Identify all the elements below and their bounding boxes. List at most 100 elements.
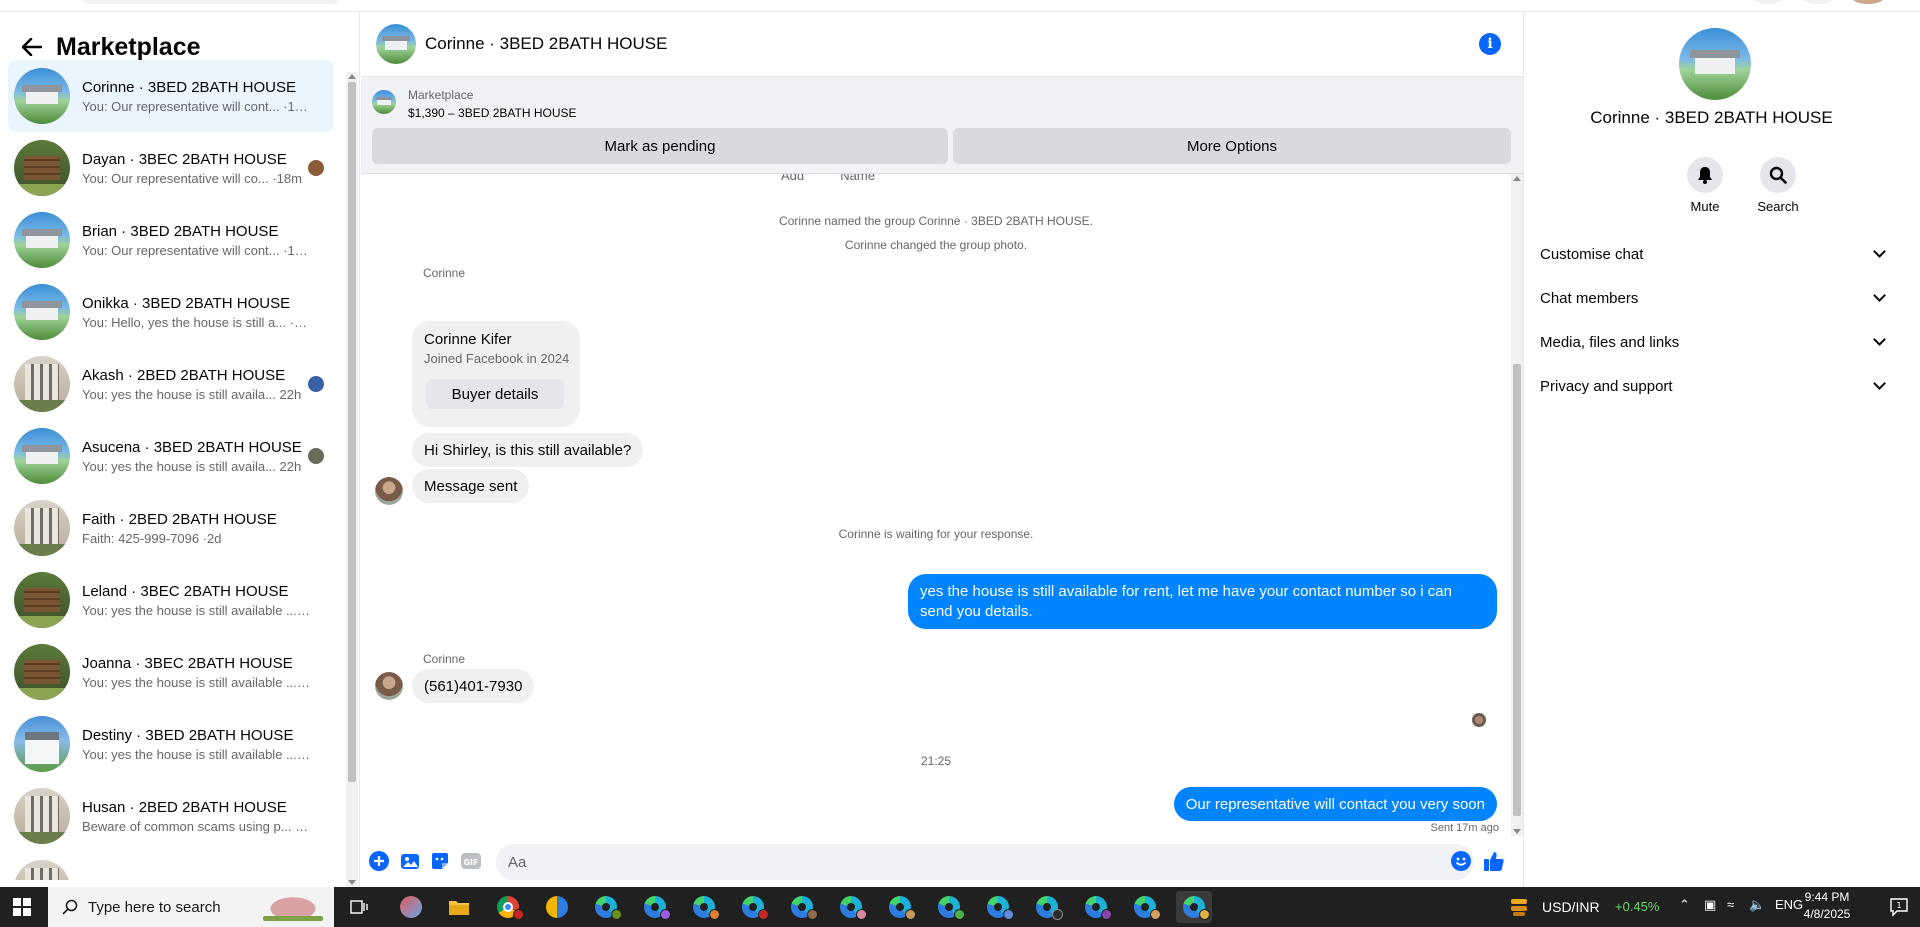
conversation-text: Akash · 2BED 2BATH HOUSE You: yes the hou… — [82, 367, 312, 402]
chat-avatar[interactable] — [376, 24, 416, 64]
edge-icon[interactable] — [1029, 891, 1065, 923]
clock-date[interactable]: 4/8/2025 — [1792, 907, 1862, 921]
taskbar-search-box[interactable]: Type here to search — [48, 887, 334, 927]
sidebar-scrollbar[interactable] — [346, 72, 358, 887]
wifi-icon[interactable]: ≈ — [1727, 897, 1734, 912]
sent-status: Sent 17m ago — [1430, 822, 1500, 834]
emoji-icon[interactable] — [1450, 850, 1472, 872]
info-icon[interactable]: i — [1479, 33, 1501, 55]
listing-price[interactable]: $1,390 – 3BED 2BATH HOUSE — [408, 106, 577, 120]
search-icon[interactable] — [1760, 157, 1796, 193]
plus-icon[interactable] — [368, 850, 390, 872]
gif-icon[interactable]: GIF — [460, 850, 482, 872]
conversation-avatar — [14, 356, 70, 412]
conversation-item[interactable]: Brian · 3BED 2BATH HOUSE You: Our represe… — [8, 204, 334, 276]
snipping-tool-icon[interactable] — [393, 891, 429, 923]
edge-icon[interactable] — [882, 891, 918, 923]
conversation-item[interactable]: Zhazgul · 2BED 2BATH HOUSE — [8, 852, 334, 880]
chevron-up-icon[interactable]: ⌃ — [1679, 897, 1690, 913]
buyer-details-button[interactable]: Buyer details — [426, 379, 564, 409]
notifications-icon[interactable] — [1800, 0, 1836, 4]
bell-icon[interactable] — [1687, 157, 1723, 193]
svg-text:1: 1 — [1896, 901, 1901, 910]
menu-icon[interactable] — [1750, 0, 1786, 4]
edge-icon[interactable] — [980, 891, 1016, 923]
message-input[interactable] — [496, 844, 1474, 880]
edge-icon[interactable] — [637, 891, 673, 923]
incoming-message[interactable]: (561)401-7930 — [412, 669, 535, 703]
conversation-item[interactable]: Asucena · 3BED 2BATH HOUSE You: yes the h… — [8, 420, 334, 492]
conversation-text: Zhazgul · 2BED 2BATH HOUSE — [82, 878, 312, 880]
conversation-item[interactable]: Dayan · 3BEC 2BATH HOUSE You: Our represe… — [8, 132, 334, 204]
sender-avatar[interactable] — [375, 672, 403, 700]
chat-header: Corinne · 3BED 2BATH HOUSE i — [361, 12, 1523, 76]
edge-icon[interactable] — [1078, 891, 1114, 923]
volume-icon[interactable]: 🔈 — [1749, 897, 1765, 913]
chrome-icon[interactable] — [490, 891, 526, 923]
task-view-icon[interactable] — [341, 891, 377, 923]
listing-thumbnail[interactable] — [372, 90, 396, 114]
conversation-item[interactable]: Destiny · 3BED 2BATH HOUSE You: yes the h… — [8, 708, 334, 780]
conversation-avatar — [14, 788, 70, 844]
outgoing-message[interactable]: Our representative will contact you very… — [1173, 787, 1497, 821]
chat-title[interactable]: Corinne · 3BED 2BATH HOUSE — [425, 34, 667, 54]
add-label[interactable]: Add — [781, 174, 804, 183]
conversation-name: Asucena · 3BED 2BATH HOUSE — [82, 438, 302, 456]
sticker-icon[interactable] — [429, 850, 451, 872]
incoming-message[interactable]: Message sent — [412, 469, 530, 503]
conversation-avatar — [14, 644, 70, 700]
chat-scrollbar[interactable] — [1511, 174, 1523, 836]
sender-avatar[interactable] — [375, 477, 403, 505]
thumbs-up-icon[interactable] — [1483, 850, 1505, 872]
chat-members-section[interactable]: Chat members — [1540, 280, 1890, 316]
stocks-widget-icon[interactable] — [1508, 896, 1530, 918]
mark-as-pending-button[interactable]: Mark as pending — [372, 128, 948, 164]
incoming-message[interactable]: Hi Shirley, is this still available? — [412, 433, 644, 467]
conversation-text: Destiny · 3BED 2BATH HOUSE You: yes the h… — [82, 727, 312, 762]
edge-icon[interactable] — [833, 891, 869, 923]
conversation-name: Onikka · 3BED 2BATH HOUSE — [82, 294, 291, 312]
photo-icon[interactable] — [399, 850, 421, 872]
chevron-down-icon — [1873, 377, 1886, 390]
chevron-down-icon — [1873, 245, 1886, 258]
conversation-item[interactable]: Corinne · 3BED 2BATH HOUSE You: Our repre… — [8, 60, 334, 132]
taskbar-search-placeholder: Type here to search — [88, 898, 221, 916]
edge-icon[interactable] — [686, 891, 722, 923]
edge-icon[interactable] — [588, 891, 624, 923]
conversation-avatar — [14, 284, 70, 340]
mute-action[interactable]: Mute — [1675, 157, 1735, 214]
search-action[interactable]: Search — [1748, 157, 1808, 214]
conversation-item[interactable]: Leland · 3BEC 2BATH HOUSE You: yes the ho… — [8, 564, 334, 636]
profile-avatar[interactable] — [1850, 0, 1886, 4]
currency-pair[interactable]: USD/INR — [1542, 899, 1600, 915]
chrome-profile-icon[interactable] — [539, 891, 575, 923]
name-label[interactable]: Name — [840, 174, 875, 183]
privacy-support-section[interactable]: Privacy and support — [1540, 368, 1890, 404]
edge-icon[interactable] — [784, 891, 820, 923]
conversation-item[interactable]: Faith · 2BED 2BATH HOUSE Faith: 425-999-7… — [8, 492, 334, 564]
notification-icon[interactable]: 1 — [1888, 896, 1910, 918]
clock-time[interactable]: 9:44 PM — [1792, 890, 1862, 904]
windows-start-icon[interactable] — [0, 887, 44, 927]
group-avatar[interactable] — [1679, 28, 1751, 100]
edge-icon[interactable] — [931, 891, 967, 923]
search-bar-remnant[interactable] — [80, 0, 340, 4]
customise-chat-section[interactable]: Customise chat — [1540, 236, 1890, 272]
edge-icon-active[interactable] — [1176, 891, 1212, 923]
conversation-item[interactable]: Joanna · 3BEC 2BATH HOUSE You: yes the ho… — [8, 636, 334, 708]
media-files-links-section[interactable]: Media, files and links — [1540, 324, 1890, 360]
edge-icon[interactable] — [1127, 891, 1163, 923]
more-options-button[interactable]: More Options — [953, 128, 1511, 164]
outgoing-message[interactable]: yes the house is still available for ren… — [908, 574, 1497, 629]
meet-now-icon[interactable]: ▣ — [1704, 897, 1716, 913]
conversation-preview: You: yes the house is still available ..… — [82, 674, 312, 690]
conversation-item[interactable]: Onikka · 3BED 2BATH HOUSE You: Hello, yes… — [8, 276, 334, 348]
edge-icon[interactable] — [735, 891, 771, 923]
conversation-avatar — [14, 860, 70, 880]
conversation-item[interactable]: Husan · 2BED 2BATH HOUSE Beware of common… — [8, 780, 334, 852]
back-arrow-icon[interactable] — [20, 35, 44, 59]
conversation-item[interactable]: Akash · 2BED 2BATH HOUSE You: yes the hou… — [8, 348, 334, 420]
facebook-top-bar — [0, 0, 1920, 12]
conversation-text: Joanna · 3BEC 2BATH HOUSE You: yes the ho… — [82, 655, 312, 690]
file-explorer-icon[interactable] — [441, 891, 477, 923]
